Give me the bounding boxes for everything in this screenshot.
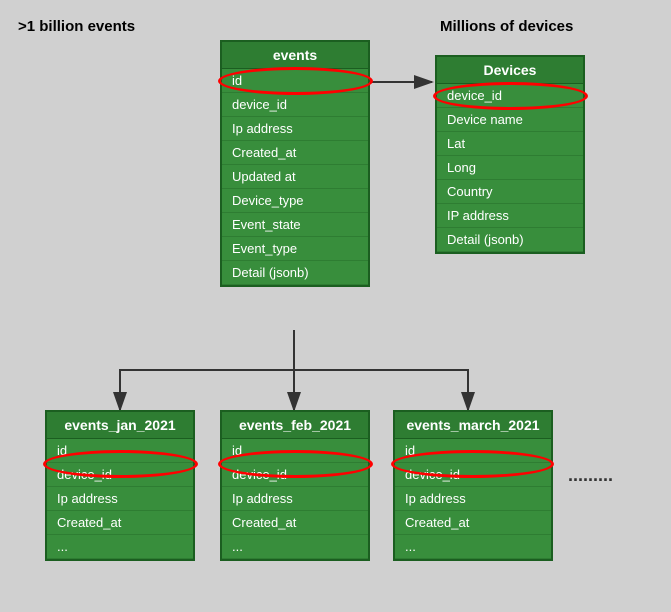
events-feb-row-ip: Ip address: [222, 487, 368, 511]
annotation-billion-events: >1 billion events: [18, 18, 135, 35]
events-march-row-created: Created_at: [395, 511, 551, 535]
events-row-id: id: [222, 69, 368, 93]
events-feb-row-id: id: [222, 439, 368, 463]
devices-row-country: Country: [437, 180, 583, 204]
devices-table: Devices device_id Device name Lat Long C…: [435, 55, 585, 254]
events-table: events id device_id Ip address Created_a…: [220, 40, 370, 287]
events-jan-header: events_jan_2021: [47, 412, 193, 439]
events-row-updated: Updated at: [222, 165, 368, 189]
events-march-row-id: id: [395, 439, 551, 463]
devices-row-ip: IP address: [437, 204, 583, 228]
events-row-device-id: device_id: [222, 93, 368, 117]
events-feb-table: events_feb_2021 id device_id Ip address …: [220, 410, 370, 561]
devices-row-device-id: device_id: [437, 84, 583, 108]
events-jan-row-device-id: device_id: [47, 463, 193, 487]
diagram-container: >1 billion events Millions of devices ev…: [0, 0, 671, 612]
events-feb-header: events_feb_2021: [222, 412, 368, 439]
events-table-header: events: [222, 42, 368, 69]
events-march-row-ip: Ip address: [395, 487, 551, 511]
devices-row-name: Device name: [437, 108, 583, 132]
events-feb-row-etc: ...: [222, 535, 368, 559]
events-march-header: events_march_2021: [395, 412, 551, 439]
events-jan-row-created: Created_at: [47, 511, 193, 535]
events-jan-table: events_jan_2021 id device_id Ip address …: [45, 410, 195, 561]
devices-table-header: Devices: [437, 57, 583, 84]
events-feb-row-device-id: device_id: [222, 463, 368, 487]
devices-row-detail: Detail (jsonb): [437, 228, 583, 252]
events-jan-row-ip: Ip address: [47, 487, 193, 511]
events-row-created: Created_at: [222, 141, 368, 165]
events-feb-row-created: Created_at: [222, 511, 368, 535]
devices-row-long: Long: [437, 156, 583, 180]
events-march-row-etc: ...: [395, 535, 551, 559]
events-march-row-device-id: device_id: [395, 463, 551, 487]
ellipsis: .........: [568, 465, 613, 486]
events-row-event-state: Event_state: [222, 213, 368, 237]
events-row-ip: Ip address: [222, 117, 368, 141]
events-march-table: events_march_2021 id device_id Ip addres…: [393, 410, 553, 561]
devices-row-lat: Lat: [437, 132, 583, 156]
annotation-millions-devices: Millions of devices: [440, 18, 573, 35]
events-row-event-type: Event_type: [222, 237, 368, 261]
events-jan-row-etc: ...: [47, 535, 193, 559]
events-jan-row-id: id: [47, 439, 193, 463]
events-row-detail: Detail (jsonb): [222, 261, 368, 285]
events-row-device-type: Device_type: [222, 189, 368, 213]
